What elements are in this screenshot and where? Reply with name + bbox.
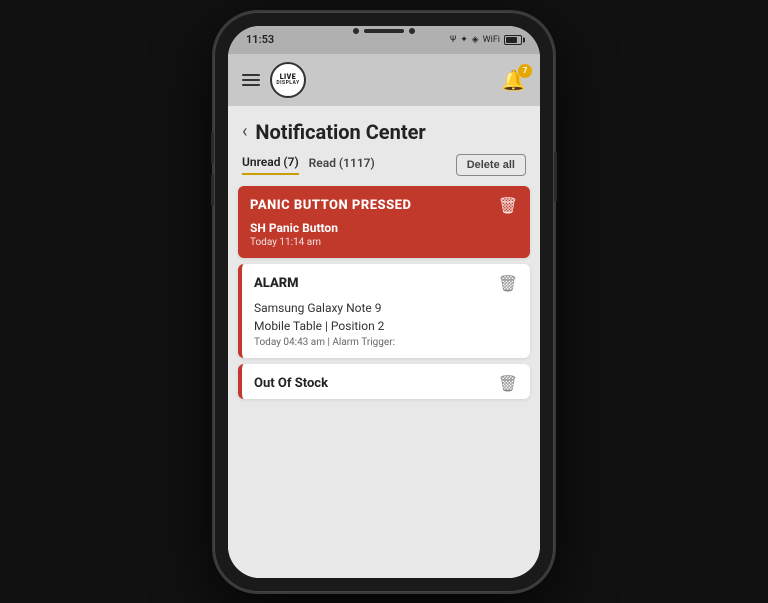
- panic-delete-icon[interactable]: 🗑: [498, 196, 518, 215]
- status-time: 11:53: [246, 33, 274, 46]
- app-header: LIVE DISPLAY 🔔 7: [228, 54, 540, 106]
- power-button[interactable]: [554, 152, 557, 202]
- signal-icon: Ψ: [450, 35, 456, 45]
- speaker-bar: [364, 29, 404, 33]
- alarm-device-label: Samsung Galaxy Note 9: [254, 299, 518, 317]
- phone-device: 11:53 Ψ ✦ ◈ WiFi LIVE: [214, 12, 554, 592]
- notification-panic[interactable]: PANIC BUTTON PRESSED 🗑 SH Panic Button T…: [238, 186, 530, 258]
- phone-screen: 11:53 Ψ ✦ ◈ WiFi LIVE: [228, 26, 540, 578]
- out-type-label: Out Of Stock: [254, 376, 328, 391]
- panic-time-label: Today 11:14 am: [250, 237, 518, 248]
- panic-type-label: PANIC BUTTON PRESSED: [250, 198, 411, 213]
- alarm-type-label: ALARM: [254, 276, 299, 291]
- alarm-detail-label: Mobile Table | Position 2: [254, 317, 518, 335]
- content-area: ‹ Notification Center Unread (7) Read (1…: [228, 106, 540, 578]
- alarm-time-label: Today 04:43 am | Alarm Trigger:: [254, 337, 518, 348]
- tabs-row: Unread (7) Read (1117) Delete all: [228, 154, 540, 186]
- battery-fill: [506, 37, 517, 43]
- notifications-list: PANIC BUTTON PRESSED 🗑 SH Panic Button T…: [228, 186, 540, 399]
- volume-down-button[interactable]: [211, 174, 214, 206]
- notch-area: [353, 28, 415, 34]
- back-button[interactable]: ‹: [242, 121, 247, 142]
- tab-read[interactable]: Read (1117): [309, 156, 375, 174]
- sensor-dot: [409, 28, 415, 34]
- alarm-card-body: Samsung Galaxy Note 9 Mobile Table | Pos…: [242, 299, 530, 358]
- notification-out-of-stock[interactable]: Out Of Stock 🗑: [238, 364, 530, 399]
- wifi-icon: WiFi: [483, 35, 500, 45]
- volume-up-button[interactable]: [211, 132, 214, 164]
- battery-icon: [504, 35, 522, 45]
- out-card-header: Out Of Stock 🗑: [242, 364, 530, 399]
- logo-display-text: DISPLAY: [276, 81, 299, 86]
- delete-all-button[interactable]: Delete all: [456, 154, 526, 176]
- panic-card-header: PANIC BUTTON PRESSED 🗑: [238, 186, 530, 221]
- bell-badge: 7: [518, 64, 532, 78]
- camera-dot: [353, 28, 359, 34]
- location-icon: ◈: [472, 35, 479, 45]
- alarm-card-header: ALARM 🗑: [242, 264, 530, 299]
- header-left: LIVE DISPLAY: [242, 62, 306, 98]
- app-logo: LIVE DISPLAY: [270, 62, 306, 98]
- hamburger-menu-button[interactable]: [242, 74, 260, 86]
- notification-alarm[interactable]: ALARM 🗑 Samsung Galaxy Note 9 Mobile Tab…: [238, 264, 530, 358]
- panic-device-label: SH Panic Button: [250, 221, 518, 235]
- bluetooth-icon: ✦: [460, 35, 468, 45]
- page-title-row: ‹ Notification Center: [228, 106, 540, 154]
- status-icons: Ψ ✦ ◈ WiFi: [450, 35, 522, 45]
- notification-bell-wrapper[interactable]: 🔔 7: [501, 68, 526, 92]
- panic-card-body: SH Panic Button Today 11:14 am: [238, 221, 530, 258]
- page-title: Notification Center: [255, 120, 425, 144]
- alarm-delete-icon[interactable]: 🗑: [498, 274, 518, 293]
- tab-unread[interactable]: Unread (7): [242, 155, 299, 175]
- out-delete-icon[interactable]: 🗑: [498, 374, 518, 393]
